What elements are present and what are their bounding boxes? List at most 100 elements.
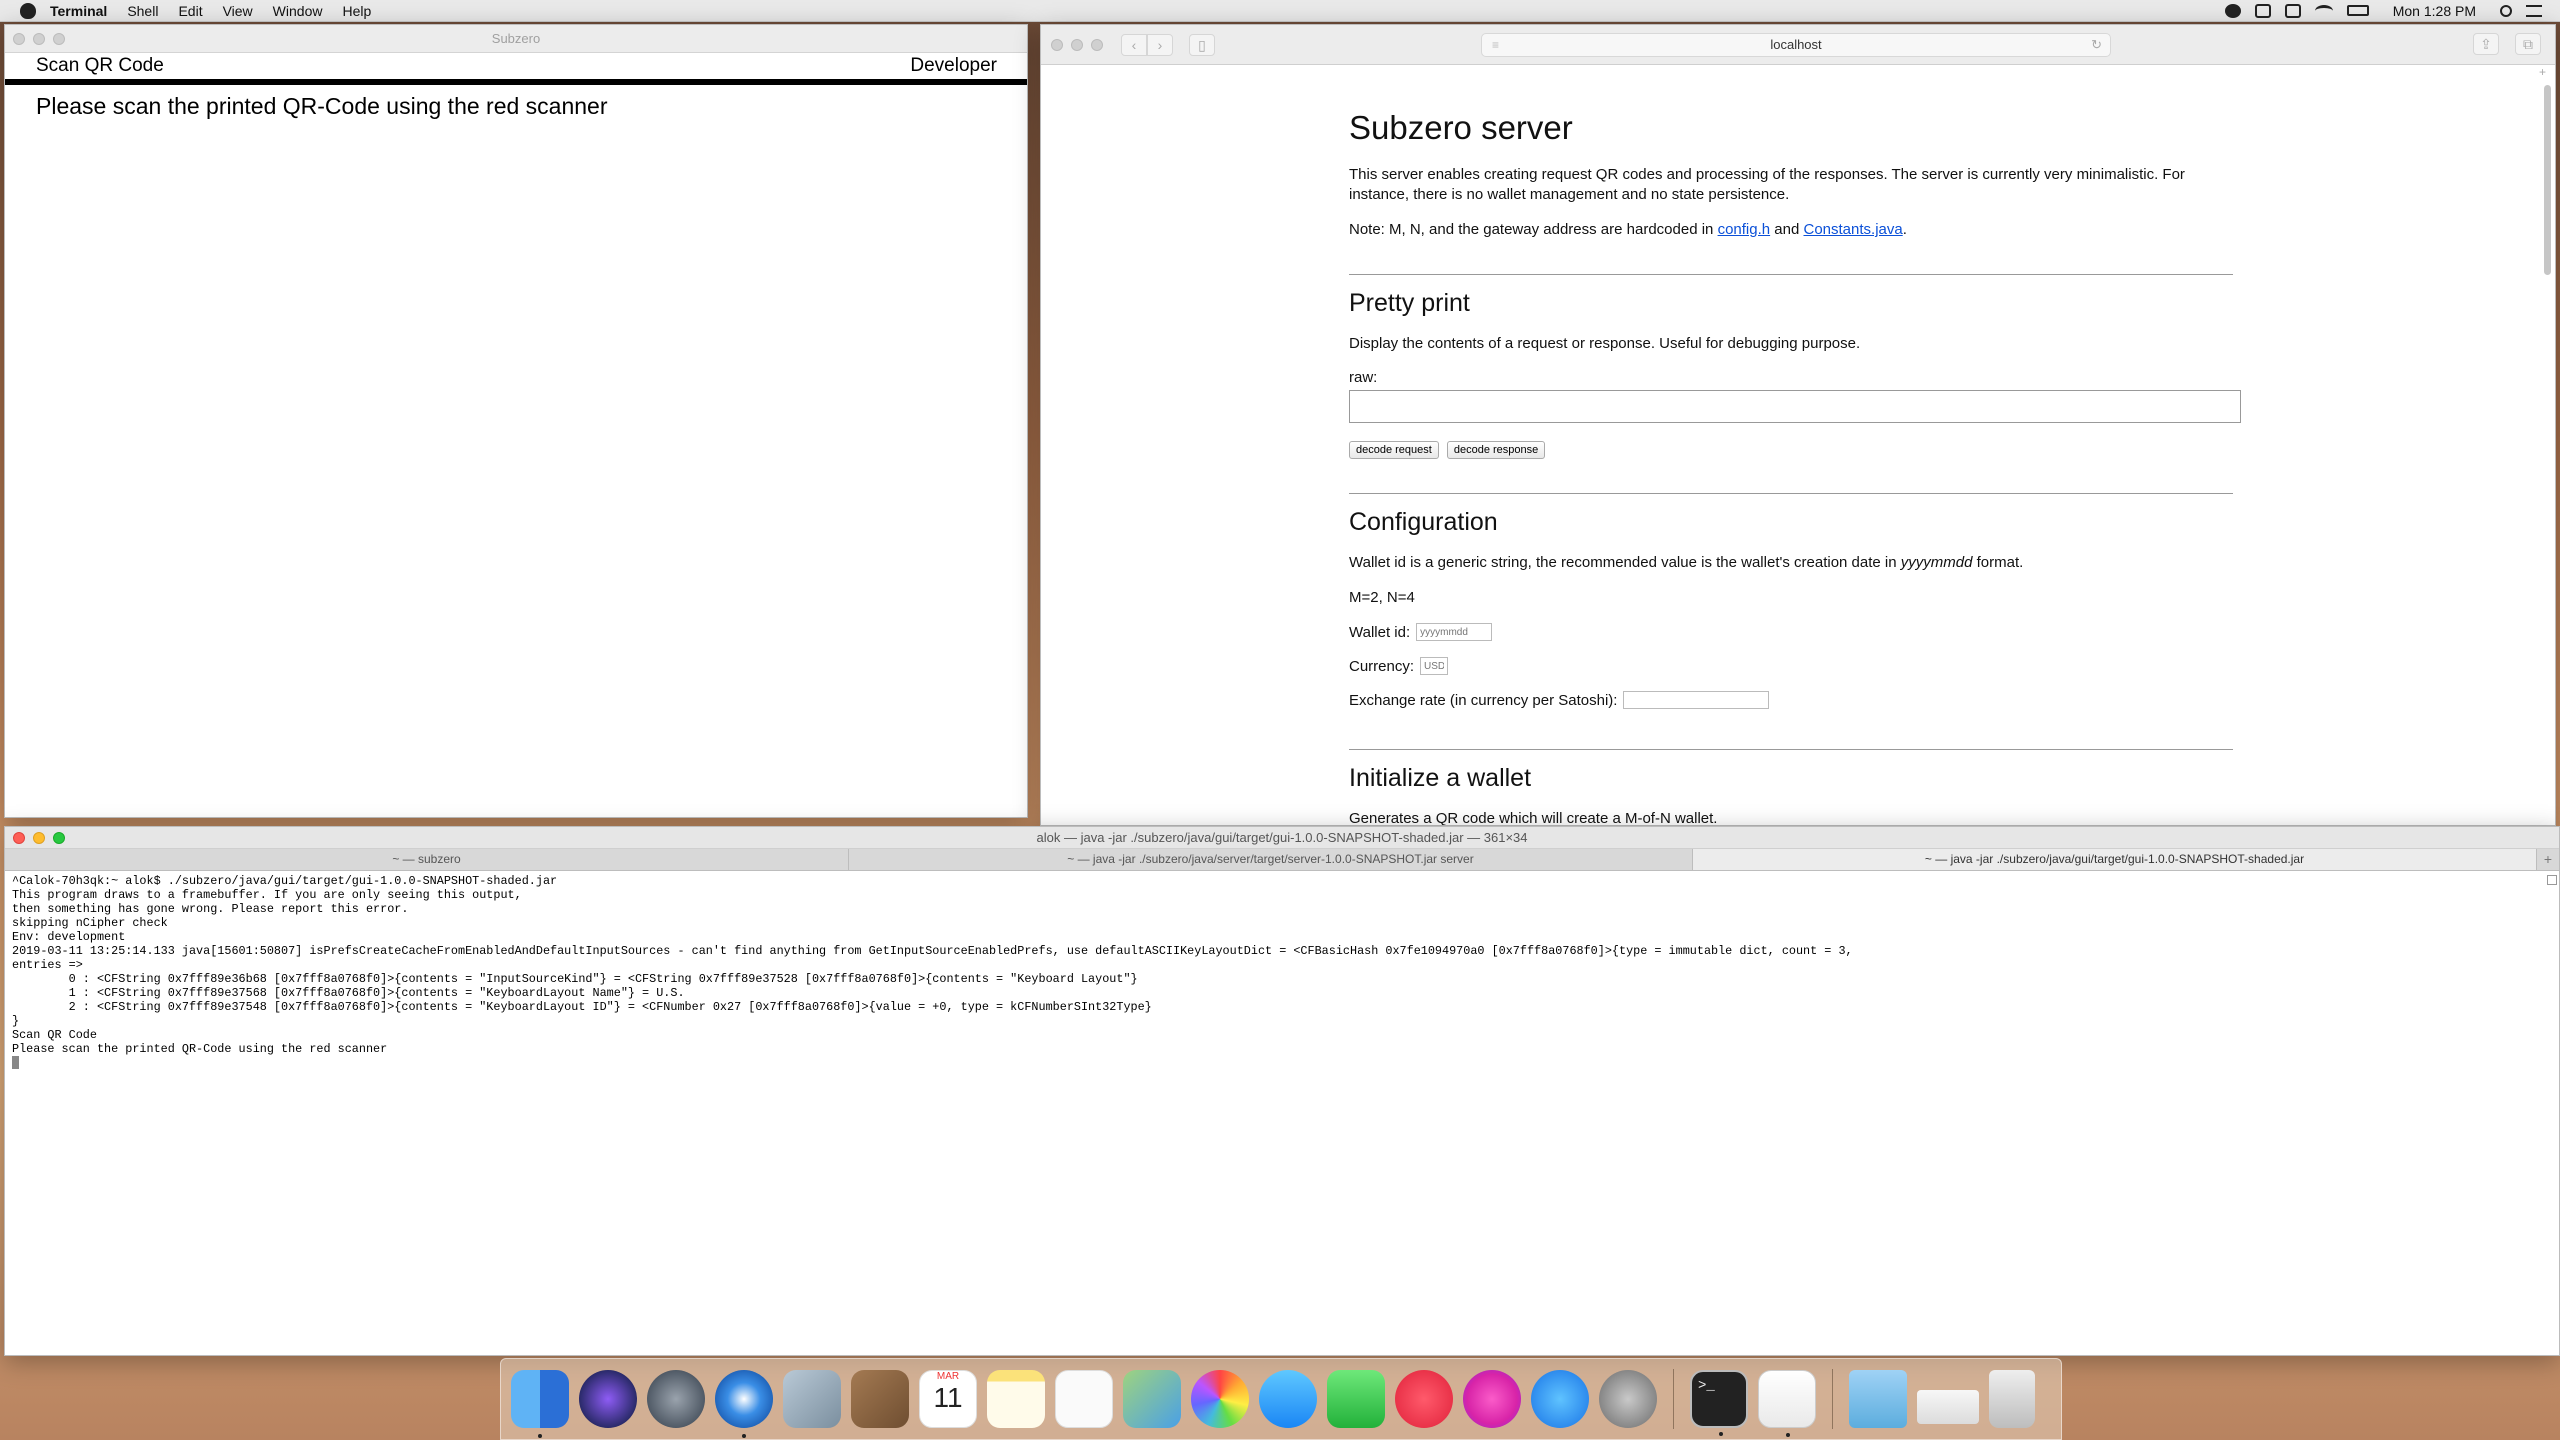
running-indicator: [1786, 1433, 1790, 1437]
currency-input[interactable]: [1420, 657, 1449, 675]
decode-request-button[interactable]: decode request: [1349, 441, 1439, 459]
terminal-line: skipping nCipher check: [12, 916, 168, 930]
facetime-icon[interactable]: [1327, 1370, 1385, 1428]
currency-label: Currency:: [1349, 657, 1415, 675]
close-button[interactable]: [13, 32, 25, 45]
menu-app-terminal[interactable]: Terminal: [50, 3, 107, 19]
exchange-rate-input[interactable]: [1623, 691, 1770, 709]
reload-icon[interactable]: ↻: [2091, 34, 2102, 56]
running-indicator: [742, 1434, 746, 1438]
subzero-window: Subzero Scan QR Code Developer Please sc…: [4, 24, 1028, 818]
note-prefix: Note: M, N, and the gateway address are …: [1349, 221, 1718, 238]
terminal-line: 0 : <CFString 0x7fff89e36b68 [0x7fff8a07…: [12, 972, 1138, 986]
terminal-line: This program draws to a framebuffer. If …: [12, 888, 522, 902]
itunes-icon[interactable]: [1463, 1370, 1521, 1428]
trash-icon[interactable]: [1989, 1370, 2035, 1428]
terminal-scroll-indicator[interactable]: [2547, 875, 2557, 885]
menu-shell[interactable]: Shell: [127, 3, 158, 19]
subzero-titlebar[interactable]: Subzero: [5, 25, 1027, 53]
wifi-icon[interactable]: [2314, 4, 2333, 17]
address-bar[interactable]: ≡ localhost ↻: [1481, 33, 2111, 57]
dock: MAR 11 >_: [500, 1358, 2062, 1440]
reader-icon[interactable]: ≡: [1492, 34, 1499, 56]
menu-edit[interactable]: Edit: [178, 3, 202, 19]
configuration-heading: Configuration: [1349, 508, 1498, 536]
launchpad-icon[interactable]: [647, 1370, 705, 1428]
config-h-link[interactable]: config.h: [1718, 221, 1771, 238]
app-store-icon[interactable]: [1531, 1370, 1589, 1428]
terminal-line: }: [12, 1014, 20, 1028]
terminal-line: entries =>: [12, 958, 83, 972]
menu-help[interactable]: Help: [342, 3, 371, 19]
terminal-line: ^Calok-70h3qk:~ alok$ ./subzero/java/gui…: [12, 874, 558, 888]
menu-view[interactable]: View: [223, 3, 253, 19]
new-tab-icon[interactable]: +: [2539, 65, 2555, 81]
share-button[interactable]: ⇪: [2473, 33, 2499, 55]
zoom-button[interactable]: [53, 32, 65, 45]
terminal-output[interactable]: ^Calok-70h3qk:~ alok$ ./subzero/java/gui…: [5, 871, 2559, 1070]
terminal-app-icon[interactable]: >_: [1690, 1370, 1748, 1436]
mail-icon[interactable]: [783, 1370, 841, 1428]
terminal-window: alok — java -jar ./subzero/java/gui/targ…: [4, 826, 2560, 1356]
terminal-tab-server[interactable]: ~ — java -jar ./subzero/java/server/targ…: [849, 849, 1693, 870]
messages-icon[interactable]: [1259, 1370, 1317, 1428]
decode-response-button[interactable]: decode response: [1446, 441, 1546, 459]
config-desc-format: yyyymmdd: [1900, 554, 1973, 571]
downloads-folder-icon[interactable]: [1849, 1370, 1907, 1428]
subzero-header: Scan QR Code Developer: [5, 53, 1027, 85]
browser-toolbar: ‹ › ▯ ≡ localhost ↻ ⇪ ⧉: [1041, 25, 2555, 65]
currency-row: Currency:: [1349, 657, 2249, 675]
system-preferences-icon[interactable]: [1599, 1370, 1657, 1428]
note-text: Note: M, N, and the gateway address are …: [1349, 220, 2249, 240]
tabs-overview-button[interactable]: ⧉: [2515, 33, 2541, 55]
spotlight-icon[interactable]: [2500, 4, 2512, 17]
maps-icon[interactable]: [1123, 1370, 1181, 1428]
terminal-tab-gui[interactable]: ~ — java -jar ./subzero/java/gui/target/…: [1693, 849, 2537, 870]
forward-button[interactable]: ›: [1147, 33, 1173, 56]
menu-clock[interactable]: Mon 1:28 PM: [2393, 3, 2476, 19]
wallet-id-row: Wallet id:: [1349, 623, 2249, 641]
safari-icon[interactable]: [715, 1370, 773, 1438]
dock-separator: [1673, 1369, 1674, 1429]
contacts-icon[interactable]: [851, 1370, 909, 1428]
documents-stack-icon[interactable]: [1917, 1390, 1979, 1424]
siri-icon[interactable]: [579, 1370, 637, 1428]
menu-bar: Terminal Shell Edit View Window Help Mon…: [0, 0, 2560, 22]
display-icon[interactable]: [2284, 3, 2301, 18]
terminal-window-title: alok — java -jar ./subzero/java/gui/targ…: [1036, 830, 1528, 845]
terminal-line: Scan QR Code: [12, 1028, 97, 1042]
back-button[interactable]: ‹: [1121, 33, 1147, 56]
pretty-print-description: Display the contents of a request or res…: [1349, 335, 1861, 352]
raw-textarea[interactable]: [1349, 390, 2241, 423]
terminal-titlebar[interactable]: alok — java -jar ./subzero/java/gui/targ…: [5, 827, 2559, 849]
minimize-button[interactable]: [33, 32, 45, 45]
initialize-description: Generates a QR code which will create a …: [1349, 810, 1718, 826]
browser-minimize-button[interactable]: [1071, 38, 1083, 51]
input-source-icon[interactable]: [2254, 3, 2271, 18]
calendar-icon[interactable]: MAR 11: [919, 1370, 977, 1428]
java-app-icon[interactable]: [1758, 1370, 1816, 1437]
constants-java-link[interactable]: Constants.java: [1803, 221, 1902, 238]
news-icon[interactable]: [1395, 1370, 1453, 1428]
browser-window: ‹ › ▯ ≡ localhost ↻ ⇪ ⧉ + Subzero server…: [1040, 24, 2556, 826]
apple-icon[interactable]: [20, 2, 36, 19]
terminal-line: 1 : <CFString 0x7fff89e37568 [0x7fff8a07…: [12, 986, 685, 1000]
status-app-icon[interactable]: [2224, 3, 2241, 18]
sidebar-toggle-button[interactable]: ▯: [1189, 33, 1215, 56]
page-scrollbar[interactable]: [2544, 85, 2551, 275]
notification-center-icon[interactable]: [2526, 4, 2542, 17]
terminal-line: then something has gone wrong. Please re…: [12, 902, 409, 916]
reminders-icon[interactable]: [1055, 1370, 1113, 1428]
battery-icon[interactable]: [2346, 5, 2369, 16]
notes-icon[interactable]: [987, 1370, 1045, 1428]
browser-zoom-button[interactable]: [1091, 38, 1103, 51]
wallet-id-input[interactable]: [1416, 623, 1493, 641]
photos-icon[interactable]: [1191, 1370, 1249, 1428]
finder-icon[interactable]: [511, 1370, 569, 1438]
terminal-tab-subzero[interactable]: ~ — subzero: [5, 849, 849, 870]
menu-window[interactable]: Window: [273, 3, 323, 19]
terminal-cursor: [12, 1056, 19, 1070]
page-content: Subzero server This server enables creat…: [1349, 65, 2249, 826]
browser-close-button[interactable]: [1051, 38, 1063, 51]
new-terminal-tab-icon[interactable]: +: [2537, 849, 2559, 870]
